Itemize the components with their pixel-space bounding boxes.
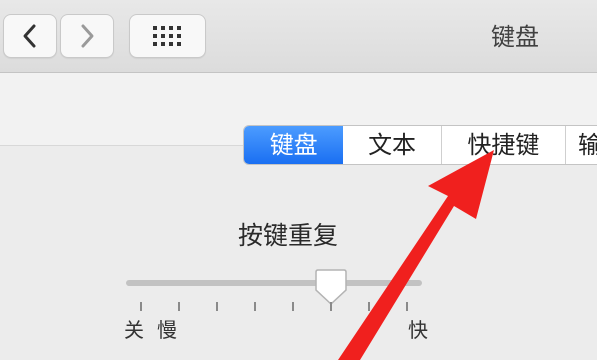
tab-shortcuts[interactable]: 快捷键 bbox=[442, 126, 566, 164]
chevron-right-icon bbox=[81, 24, 94, 48]
back-button[interactable] bbox=[3, 14, 57, 58]
slider-tick bbox=[254, 302, 256, 311]
slider-tick bbox=[330, 302, 332, 311]
slider-tick bbox=[178, 302, 180, 311]
tab-keyboard[interactable]: 键盘 bbox=[244, 126, 344, 164]
chevron-left-icon bbox=[23, 24, 36, 48]
slider-tick bbox=[140, 302, 142, 311]
show-all-button[interactable] bbox=[129, 14, 206, 58]
slider-knob[interactable] bbox=[314, 268, 348, 306]
slider-tick bbox=[406, 302, 408, 311]
tab-text[interactable]: 文本 bbox=[343, 126, 442, 164]
key-repeat-slider[interactable] bbox=[126, 280, 422, 286]
tab-input-sources[interactable]: 输 bbox=[566, 126, 597, 164]
off-label: 关 bbox=[124, 318, 144, 342]
slow-label: 慢 bbox=[157, 318, 177, 342]
window-title: 键盘 bbox=[491, 23, 539, 51]
tab-bar: 键盘 文本 快捷键 输 bbox=[243, 125, 597, 165]
key-repeat-title: 按键重复 bbox=[237, 221, 338, 250]
forward-button[interactable] bbox=[60, 14, 114, 58]
slider-tick bbox=[368, 302, 370, 311]
grid-icon bbox=[152, 26, 181, 46]
toolbar: 键盘 bbox=[0, 0, 597, 73]
fast-label: 快 bbox=[408, 318, 428, 342]
slider-tick bbox=[216, 302, 218, 311]
slider-tick bbox=[292, 302, 294, 311]
